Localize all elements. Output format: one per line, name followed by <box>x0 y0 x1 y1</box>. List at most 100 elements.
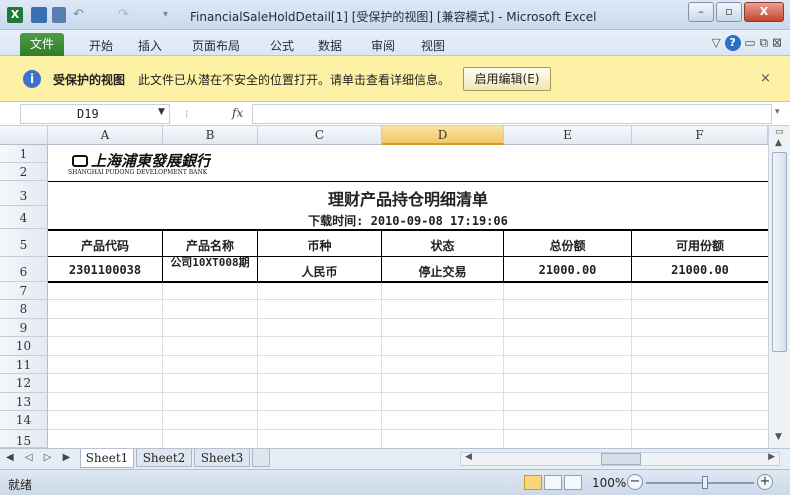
border-line <box>48 181 768 182</box>
row-header-7[interactable]: 7 <box>0 282 48 300</box>
formula-input[interactable] <box>252 104 772 124</box>
chevron-down-icon[interactable]: ▼ <box>158 107 165 117</box>
page-layout-view-icon[interactable] <box>544 475 562 490</box>
tab-home[interactable]: 开始 <box>89 37 113 54</box>
normal-view-icon[interactable] <box>524 475 542 490</box>
name-box-value: D19 <box>77 107 99 121</box>
row-header-4[interactable]: 4 <box>0 206 48 229</box>
expand-formula-bar-icon[interactable]: ▾ <box>775 107 780 117</box>
row-header-3[interactable]: 3 <box>0 181 48 206</box>
scroll-up-icon[interactable]: ▲ <box>775 138 782 148</box>
tab-view[interactable]: 视图 <box>421 37 445 54</box>
close-icon[interactable]: × <box>760 71 771 86</box>
status-text: 就绪 <box>8 478 33 492</box>
row-header-1[interactable]: 1 <box>0 145 48 163</box>
zoom-slider-thumb[interactable] <box>702 476 708 489</box>
insert-function-icon[interactable]: fx <box>232 106 243 120</box>
help-icon[interactable]: ? <box>724 35 741 51</box>
row-header-8[interactable]: 8 <box>0 300 48 319</box>
row-header-9[interactable]: 9 <box>0 319 48 337</box>
restore-button[interactable]: ▫ <box>716 2 742 22</box>
table-header-cell[interactable]: 总份额 <box>504 237 631 254</box>
row-header-11[interactable]: 11 <box>0 356 48 374</box>
vertical-scrollbar[interactable]: ▭ ▲ ▼ <box>768 126 790 448</box>
minimize-ribbon-icon[interactable]: ▽ <box>712 36 721 50</box>
scroll-left-icon[interactable]: ◀ <box>465 452 472 462</box>
row-header-13[interactable]: 13 <box>0 393 48 411</box>
select-all-corner[interactable] <box>0 126 48 145</box>
table-cell[interactable]: 公司10XT008期 <box>165 257 255 281</box>
row-header-6[interactable]: 6 <box>0 257 48 282</box>
horizontal-scrollbar[interactable]: ◀ ▶ <box>460 452 780 466</box>
sheet-tab-sheet3[interactable]: Sheet3 <box>194 449 250 467</box>
worksheet-grid[interactable]: A B C D E F 1 2 3 4 5 6 7 8 9 10 11 12 1… <box>0 126 768 448</box>
tab-formulas[interactable]: 公式 <box>270 37 294 54</box>
tab-review[interactable]: 审阅 <box>371 37 395 54</box>
redo-icon[interactable]: ↷ <box>118 7 134 23</box>
insert-sheet-icon[interactable] <box>252 449 270 467</box>
sheet-tab-sheet1[interactable]: Sheet1 <box>80 449 134 468</box>
page-break-view-icon[interactable] <box>564 475 582 490</box>
row-header-12[interactable]: 12 <box>0 374 48 393</box>
tab-insert[interactable]: 插入 <box>138 37 162 54</box>
zoom-in-button[interactable]: + <box>757 474 773 490</box>
zoom-level[interactable]: 100% <box>592 476 626 490</box>
sheet-nav-arrows[interactable]: ◀ ◁ ▷ ▶ <box>6 452 74 463</box>
column-header-a[interactable]: A <box>48 126 163 145</box>
row-header-15[interactable]: 15 <box>0 430 48 448</box>
hscroll-thumb[interactable] <box>601 453 641 465</box>
enable-editing-button[interactable]: 启用编辑(E) <box>463 67 551 91</box>
table-cell[interactable]: 21000.00 <box>632 263 768 277</box>
table-header-cell[interactable]: 可用份额 <box>632 237 768 254</box>
row-header-2[interactable]: 2 <box>0 163 48 181</box>
print-icon[interactable] <box>52 7 66 23</box>
tab-file[interactable]: 文件 <box>20 33 64 56</box>
zoom-slider[interactable] <box>646 482 754 484</box>
minimize-button[interactable]: – <box>688 2 714 22</box>
customize-qat-icon[interactable]: ▾ <box>163 7 179 23</box>
scroll-down-icon[interactable]: ▼ <box>775 432 782 442</box>
table-cell[interactable]: 停止交易 <box>382 263 503 280</box>
zoom-out-button[interactable]: − <box>627 474 643 490</box>
protected-view-message[interactable]: 此文件已从潜在不安全的位置打开。请单击查看详细信息。 <box>138 71 450 88</box>
column-header-d[interactable]: D <box>382 126 504 145</box>
column-header-f[interactable]: F <box>632 126 768 145</box>
info-icon: i <box>23 70 41 88</box>
table-cell[interactable]: 21000.00 <box>504 263 631 277</box>
save-icon[interactable] <box>31 7 47 23</box>
formula-divider-icon: ⁞ <box>185 108 189 121</box>
sheet-tab-sheet2[interactable]: Sheet2 <box>136 449 192 467</box>
split-box-icon[interactable]: ▭ <box>775 127 784 137</box>
formula-bar: D19 ▼ ⁞ fx ▾ <box>0 102 790 126</box>
table-header-cell[interactable]: 币种 <box>258 237 381 254</box>
gridline <box>48 373 768 374</box>
gridline <box>503 282 504 448</box>
excel-icon[interactable]: X <box>7 7 23 23</box>
undo-icon[interactable]: ↶ <box>73 7 89 23</box>
table-cell[interactable]: 人民币 <box>258 263 381 280</box>
table-header-cell[interactable]: 产品名称 <box>163 237 257 254</box>
table-header-cell[interactable]: 产品代码 <box>48 237 162 254</box>
name-box[interactable]: D19 <box>20 104 170 124</box>
gridline <box>381 282 382 448</box>
gridline <box>48 355 768 356</box>
close-button[interactable]: X <box>744 2 784 22</box>
gridline <box>48 410 768 411</box>
column-header-c[interactable]: C <box>258 126 382 145</box>
row-header-5[interactable]: 5 <box>0 229 48 257</box>
row-header-14[interactable]: 14 <box>0 411 48 430</box>
scroll-right-icon[interactable]: ▶ <box>768 452 775 462</box>
tab-data[interactable]: 数据 <box>318 37 342 54</box>
gridline <box>48 318 768 319</box>
gridline <box>48 429 768 430</box>
table-header-cell[interactable]: 状态 <box>382 237 503 254</box>
scrollbar-thumb[interactable] <box>772 152 787 352</box>
title-bar: X ↶ ↷ ▾ FinancialSaleHoldDetail[1] [受保护的… <box>0 0 790 30</box>
bank-name-cn: 上海浦東發展銀行 <box>91 152 212 170</box>
tab-page-layout[interactable]: 页面布局 <box>192 37 240 54</box>
row-header-10[interactable]: 10 <box>0 337 48 356</box>
column-header-b[interactable]: B <box>163 126 258 145</box>
workbook-window-controls[interactable]: ▭ ⧉ ⊠ <box>744 36 782 50</box>
column-header-e[interactable]: E <box>504 126 632 145</box>
table-cell[interactable]: 2301100038 <box>48 263 162 277</box>
